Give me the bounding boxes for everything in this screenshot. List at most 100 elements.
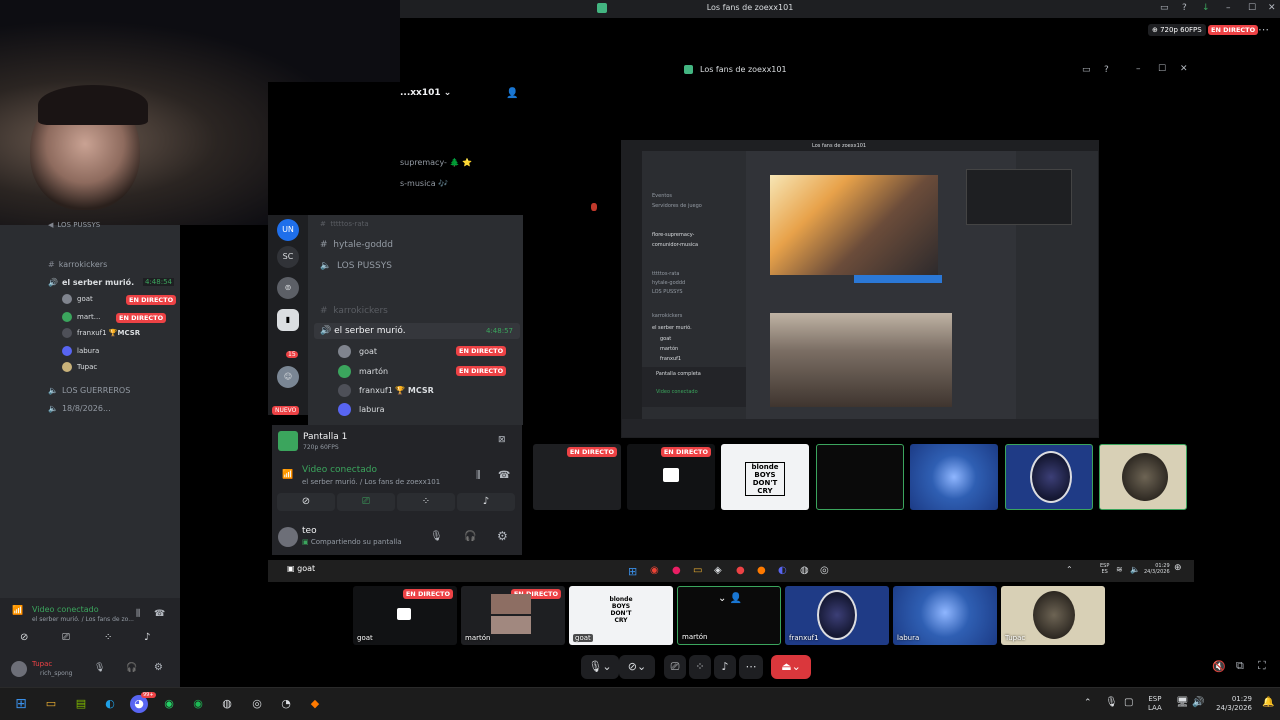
tile-franxuf1[interactable]: franxuf1 xyxy=(785,586,889,645)
camera-off-button[interactable]: ⊘ xyxy=(277,493,335,511)
channel-karrokickers[interactable]: # karrokickers xyxy=(48,260,107,269)
shared-channel[interactable]: tttttos-rata xyxy=(652,271,679,277)
voice-user-tupac[interactable]: Tupac xyxy=(62,362,97,372)
add-member-icon[interactable]: 👤 xyxy=(506,88,518,99)
thumb-anime-avatar[interactable] xyxy=(1005,444,1093,510)
tile-goat-album[interactable]: blonde BOYS DON'T CRY goat xyxy=(569,586,673,645)
app-icon[interactable]: ◆ xyxy=(306,695,324,713)
more-options-icon[interactable]: ⋯ xyxy=(1258,23,1269,36)
shared-channel[interactable]: Eventos xyxy=(652,193,672,199)
steam-icon[interactable]: ◍ xyxy=(218,695,236,713)
headphones-icon[interactable]: 🎧 xyxy=(464,531,476,542)
server-icon[interactable]: ☺ xyxy=(277,366,299,388)
whatsapp-icon[interactable]: ◉ xyxy=(160,695,178,713)
system-clock[interactable]: 01:29 24/3/2026 xyxy=(1208,695,1252,713)
edge-icon[interactable]: ◐ xyxy=(101,695,119,713)
headphones-icon[interactable]: 🎧 xyxy=(126,663,137,673)
voice-channel-mid[interactable]: 🔊 el serber murió. xyxy=(320,326,406,336)
download-icon[interactable]: ↓ xyxy=(1202,3,1210,13)
tile-labura[interactable]: labura xyxy=(893,586,997,645)
user-avatar[interactable] xyxy=(11,661,27,677)
app-icon[interactable]: ◎ xyxy=(248,695,266,713)
activities-button[interactable]: ⁘ xyxy=(397,493,455,511)
thumb-black[interactable] xyxy=(816,444,904,510)
soundboard-icon[interactable]: ♪ xyxy=(144,632,150,643)
maximize-icon[interactable]: ☐ xyxy=(1158,64,1166,74)
maximize-icon[interactable]: ☐ xyxy=(1248,3,1256,13)
microphone-tray-icon[interactable]: 🎙 xyxy=(1105,697,1118,708)
help-icon[interactable]: ? xyxy=(1182,3,1187,13)
shared-channel[interactable]: karrokickers xyxy=(652,313,682,319)
shared-channel[interactable]: Servidores de juego xyxy=(652,203,702,209)
minimize-icon[interactable]: – xyxy=(1136,64,1141,74)
zoom-icon[interactable]: ⊕ xyxy=(1174,563,1182,573)
windows-start-icon[interactable]: ⊞ xyxy=(12,695,30,713)
inbox-icon[interactable]: ▭ xyxy=(1082,65,1091,75)
fullscreen-icon[interactable]: ⛶ xyxy=(1258,659,1266,673)
tray-chevron-icon[interactable]: ⌃ xyxy=(1066,565,1073,574)
server-icon-folder[interactable]: ▮ xyxy=(277,309,299,331)
volume-icon[interactable]: 🔊 xyxy=(1192,697,1204,708)
voice-user-goat[interactable]: goat xyxy=(62,294,93,304)
screen-share-button[interactable]: ⎚ xyxy=(337,493,395,511)
language-indicator[interactable]: ESP LAA xyxy=(1148,695,1162,713)
thumb-blue-avatar[interactable] xyxy=(910,444,998,510)
activities-button[interactable]: ⁘ xyxy=(689,655,711,679)
end-call-button[interactable]: ⏏⌄ xyxy=(771,655,811,679)
app-icon[interactable]: ▤ xyxy=(72,695,90,713)
close-icon[interactable]: ✕ xyxy=(1268,3,1276,13)
soundboard-button[interactable]: ♪ xyxy=(714,655,736,679)
settings-gear-icon[interactable]: ⚙ xyxy=(154,662,163,673)
shared-channel[interactable]: comunidor-musica xyxy=(652,242,698,248)
tile-marton-stream[interactable]: EN DIRECTO martón xyxy=(461,586,565,645)
inbox-icon[interactable]: ▭ xyxy=(1160,3,1169,13)
tray-chevron-icon[interactable]: ⌃ xyxy=(1084,698,1092,708)
chrome-icon[interactable]: ◉ xyxy=(650,565,659,576)
windows-start-icon[interactable]: ⊞ xyxy=(628,565,637,578)
shared-channel[interactable]: LOS PUSSYS xyxy=(652,289,683,295)
server-icon[interactable]: ⊚ xyxy=(277,277,299,299)
network-icon[interactable]: 🖥 xyxy=(1176,697,1189,708)
shared-channel[interactable]: flore-supremacy- xyxy=(652,232,694,238)
steam-icon[interactable]: ◍ xyxy=(800,565,809,576)
obs-icon[interactable]: ◔ xyxy=(277,695,295,713)
voice-user-franxuf1[interactable]: franxuf1 🏆 MCSR xyxy=(338,384,434,397)
screen-share-icon[interactable]: ⎚ xyxy=(62,632,70,643)
shared-user[interactable]: goat xyxy=(660,336,671,342)
voice-user-franxuf1[interactable]: franxuf1 🏆MCSR xyxy=(62,328,140,338)
voice-channel-guerreros[interactable]: 🔈 LOS GUERREROS xyxy=(48,386,130,395)
voice-user-marton[interactable]: martón xyxy=(338,365,388,378)
server-icon-sc[interactable]: SC xyxy=(277,246,299,268)
wifi-icon[interactable]: ≋ xyxy=(1116,565,1123,574)
app-icon[interactable]: ◈ xyxy=(714,565,722,576)
volume-mute-icon[interactable]: 🔇 xyxy=(1212,660,1226,673)
tile-goat[interactable]: EN DIRECTO goat xyxy=(353,586,457,645)
tile-marton[interactable]: ⌄ 👤 martón xyxy=(677,586,781,645)
thumb-stream-1[interactable]: EN DIRECTO xyxy=(533,444,621,510)
more-options-button[interactable]: ⋯ xyxy=(739,655,763,679)
camera-off-icon[interactable]: ⊘ xyxy=(20,632,28,643)
channel-karrokickers[interactable]: # karrokickers xyxy=(320,306,388,316)
volume-icon[interactable]: 🔈 xyxy=(1130,565,1140,574)
discord-icon[interactable]: ◐ xyxy=(778,565,787,576)
app-icon[interactable]: ● xyxy=(736,565,745,576)
shared-user[interactable]: franxuf1 xyxy=(660,356,681,362)
disconnect-icon[interactable]: ☎ xyxy=(154,609,165,619)
channel-hytale[interactable]: # hytale-goddd xyxy=(320,240,393,250)
help-icon[interactable]: ? xyxy=(1104,65,1109,75)
app-tray-icon[interactable]: ▢ xyxy=(1124,697,1133,708)
voice-user-labura[interactable]: labura xyxy=(62,346,99,356)
noise-suppression-icon[interactable]: ⫼ xyxy=(476,470,481,481)
stop-stream-icon[interactable]: ⊠ xyxy=(498,435,506,445)
noise-suppression-icon[interactable]: ⫼ xyxy=(136,609,140,619)
folder-icon[interactable]: ▭ xyxy=(693,565,702,576)
channel-los-pussys[interactable]: 🔈 LOS PUSSYS xyxy=(320,261,392,271)
shared-channel[interactable]: hytale-goddd xyxy=(652,280,685,286)
voice-channel-date[interactable]: 🔈 18/8/2026... xyxy=(48,404,111,413)
shared-user[interactable]: martón xyxy=(660,346,678,352)
thumb-album[interactable]: blonde BOYS DON'T CRY xyxy=(721,444,809,510)
notifications-icon[interactable]: 🔔 xyxy=(1262,697,1274,708)
settings-gear-icon[interactable]: ⚙ xyxy=(497,529,508,543)
shared-fullscreen-label[interactable]: Pantalla completa xyxy=(656,371,701,377)
microphone-button[interactable]: 🎙⌄ xyxy=(581,655,619,679)
